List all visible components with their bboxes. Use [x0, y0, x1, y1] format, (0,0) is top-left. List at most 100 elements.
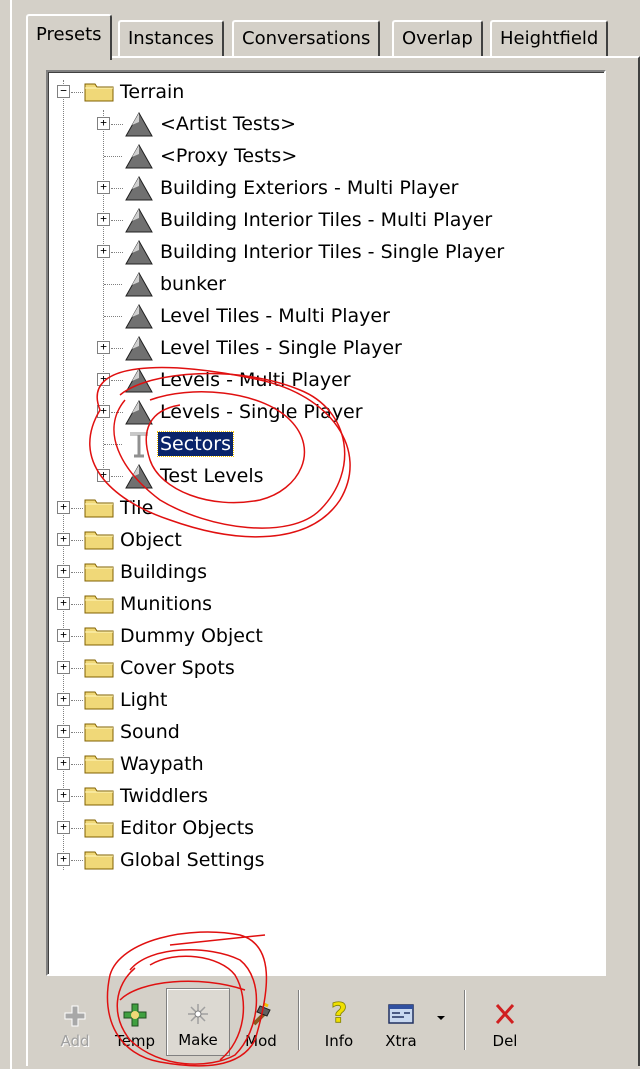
folder-icon	[84, 592, 114, 614]
expand-icon[interactable]: +	[97, 341, 110, 354]
folder-icon	[84, 720, 114, 742]
terrain-icon	[124, 398, 154, 426]
tree-item-label: Sound	[120, 721, 180, 743]
tree-item-label: Levels - Single Player	[160, 401, 363, 423]
expand-icon[interactable]: +	[97, 469, 110, 482]
tree-item-label: Building Interior Tiles - Single Player	[160, 241, 505, 263]
expand-icon[interactable]: +	[57, 565, 70, 578]
terrain-icon	[124, 142, 154, 170]
mod-button-label: Mod	[245, 1032, 277, 1050]
tree-item-label: Terrain	[120, 81, 185, 103]
terrain-icon	[124, 238, 154, 266]
folder-icon	[84, 688, 114, 710]
expand-icon[interactable]: +	[57, 533, 70, 546]
terrain-icon	[124, 206, 154, 234]
preset-toolbar: Add Temp Make Mod ? Info Xtra Del	[46, 984, 606, 1064]
expand-icon[interactable]: +	[97, 405, 110, 418]
add-button[interactable]: Add	[46, 988, 104, 1056]
expand-icon[interactable]: +	[97, 117, 110, 130]
tree-item-label: Object	[120, 529, 182, 551]
tree-item-label: Light	[120, 689, 168, 711]
expand-icon[interactable]: +	[97, 181, 110, 194]
terrain-icon	[124, 270, 154, 298]
terrain-icon	[124, 462, 154, 490]
folder-icon	[84, 784, 114, 806]
del-button-label: Del	[492, 1032, 518, 1050]
del-button[interactable]: Del	[476, 988, 534, 1056]
tab-conversations[interactable]: Conversations	[232, 20, 381, 58]
expand-icon[interactable]: +	[97, 373, 110, 386]
tree-guide-line	[103, 110, 104, 480]
info-button[interactable]: ? Info	[310, 988, 368, 1056]
tree-item-label: Tile	[120, 497, 154, 519]
folder-icon	[84, 528, 114, 550]
xtra-button-label: Xtra	[385, 1032, 417, 1050]
add-button-label: Add	[60, 1032, 90, 1050]
xtra-dropdown-button[interactable]	[430, 988, 452, 1056]
temp-button[interactable]: Temp	[106, 988, 164, 1056]
svg-text:?: ?	[331, 998, 347, 1028]
tree-item-label: Level Tiles - Single Player	[160, 337, 402, 359]
tab-instances[interactable]: Instances	[118, 20, 224, 58]
expand-icon[interactable]: +	[57, 821, 70, 834]
expand-icon[interactable]: +	[97, 245, 110, 258]
folder-icon	[84, 560, 114, 582]
tree-item-label: Twiddlers	[120, 785, 209, 807]
terrain-icon	[124, 366, 154, 394]
expand-icon[interactable]: +	[57, 629, 70, 642]
tree-item-label: Cover Spots	[120, 657, 235, 679]
tree-item-label: Level Tiles - Multi Player	[160, 305, 390, 327]
temp-button-label: Temp	[115, 1032, 155, 1050]
tree-item-label: Global Settings	[120, 849, 265, 871]
tree-item-label: Waypath	[120, 753, 204, 775]
expand-icon[interactable]: +	[57, 501, 70, 514]
folder-icon	[84, 496, 114, 518]
tree-item-label: <Artist Tests>	[160, 113, 297, 135]
question-icon: ?	[331, 998, 348, 1028]
tree-item-label: Building Interior Tiles - Multi Player	[160, 209, 493, 231]
terrain-icon	[124, 174, 154, 202]
expand-icon[interactable]: +	[57, 725, 70, 738]
hammer-icon	[252, 1002, 271, 1026]
terrain-icon	[124, 110, 154, 138]
temp-icon	[123, 1003, 147, 1027]
tree-item-label: bunker	[160, 273, 226, 295]
xtra-icon	[388, 1004, 414, 1024]
xtra-button[interactable]: Xtra	[372, 988, 430, 1056]
plus-icon	[64, 1005, 86, 1027]
tree-item-label: Dummy Object	[120, 625, 263, 647]
expand-icon[interactable]: +	[97, 213, 110, 226]
tree-item-label: Sectors	[157, 431, 234, 457]
folder-icon	[84, 752, 114, 774]
preset-tree[interactable]: − Terrain + <Artist Tests> <Proxy Tests> + B…	[46, 70, 606, 976]
tab-overlap[interactable]: Overlap	[392, 20, 483, 58]
expand-icon[interactable]: +	[57, 789, 70, 802]
folder-icon	[84, 816, 114, 838]
tree-item-label: Editor Objects	[120, 817, 255, 839]
dropdown-arrow-icon	[437, 1016, 445, 1020]
tab-heightfield[interactable]: Heightfield	[490, 20, 609, 58]
folder-icon	[84, 656, 114, 678]
make-icon	[188, 1004, 208, 1024]
tree-item-label: Levels - Multi Player	[160, 369, 351, 391]
terrain-icon	[124, 334, 154, 362]
folder-icon	[84, 624, 114, 646]
folder-icon	[84, 848, 114, 870]
expand-icon[interactable]: +	[57, 693, 70, 706]
tree-item-label: Building Exteriors - Multi Player	[160, 177, 459, 199]
tab-presets[interactable]: Presets	[26, 14, 112, 60]
collapse-icon[interactable]: −	[57, 85, 70, 98]
tree-item-label: <Proxy Tests>	[160, 145, 298, 167]
expand-icon[interactable]: +	[57, 661, 70, 674]
mod-button[interactable]: Mod	[232, 988, 290, 1056]
expand-icon[interactable]: +	[57, 597, 70, 610]
tree-item-label: Buildings	[120, 561, 207, 583]
x-icon	[495, 1004, 515, 1024]
make-button[interactable]: Make	[166, 988, 230, 1056]
tree-item-label: Test Levels	[160, 465, 264, 487]
tree-item-label: Munitions	[120, 593, 213, 615]
expand-icon[interactable]: +	[57, 853, 70, 866]
tab-strip: Presets Instances Conversations Overlap …	[26, 14, 640, 60]
expand-icon[interactable]: +	[57, 757, 70, 770]
tree-guide-line	[63, 80, 64, 870]
